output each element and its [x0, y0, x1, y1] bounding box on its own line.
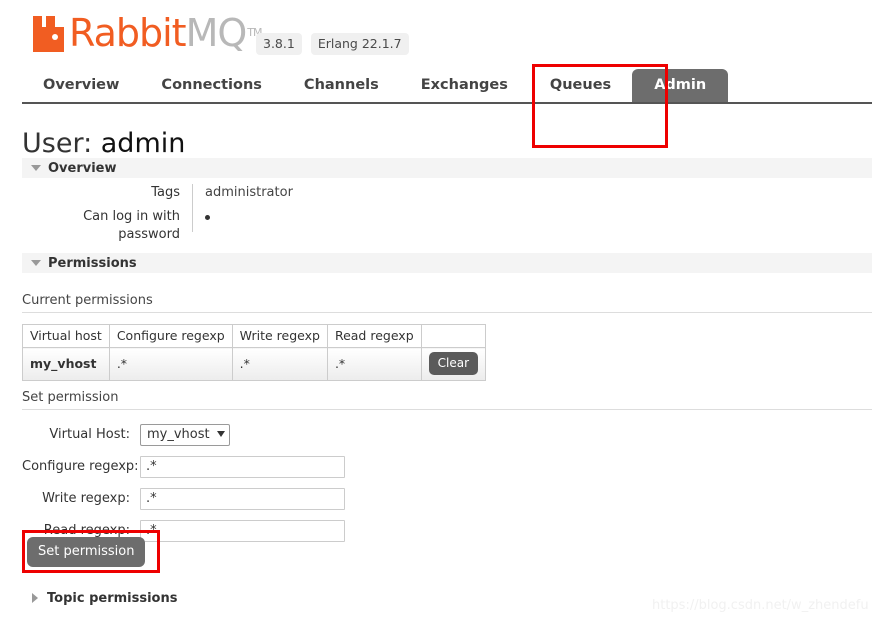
clear-permission-button[interactable]: Clear	[428, 352, 479, 375]
cell-configure-regexp: .*	[108, 347, 233, 381]
label-virtual-host: Virtual Host:	[49, 427, 130, 442]
main-navigation: Overview Connections Channels Exchanges …	[0, 69, 894, 105]
overview-value-can-login	[192, 208, 422, 232]
logo-word-mq: MQ	[185, 11, 248, 55]
section-header-overview[interactable]: Overview	[22, 158, 872, 178]
form-row-configure-regexp: Configure regexp:	[22, 452, 345, 481]
cell-write-regexp: .*	[231, 347, 328, 381]
col-read-regexp: Read regexp	[326, 324, 422, 348]
virtual-host-selected-value: my_vhost	[147, 426, 210, 442]
logo-word-rabbit: Rabbit	[69, 11, 187, 55]
tab-queues[interactable]: Queues	[529, 69, 632, 102]
page-title-prefix: User:	[22, 128, 93, 159]
tab-connections[interactable]: Connections	[140, 69, 283, 102]
configure-regexp-input[interactable]	[140, 455, 345, 478]
page-title: User: admin	[22, 128, 185, 159]
overview-value-tags: administrator	[192, 184, 422, 208]
chevron-right-icon	[32, 593, 38, 603]
subtitle-set-permission: Set permission	[22, 390, 872, 410]
tab-channels[interactable]: Channels	[283, 69, 400, 102]
badge-rabbitmq-version: 3.8.1	[256, 33, 302, 55]
write-regexp-input[interactable]	[140, 487, 345, 510]
overview-row-can-login: Can log in with password	[22, 208, 422, 242]
cell-read-regexp: .*	[326, 347, 422, 381]
col-configure-regexp: Configure regexp	[108, 324, 233, 348]
chevron-down-icon	[31, 165, 41, 171]
section-label-topic-permissions: Topic permissions	[47, 590, 178, 606]
overview-key-tags: Tags	[151, 185, 180, 200]
form-row-virtual-host: Virtual Host: my_vhost	[22, 420, 345, 449]
section-label-permissions: Permissions	[48, 255, 137, 271]
badge-erlang-version: Erlang 22.1.7	[310, 33, 409, 55]
current-permissions-table: Virtual host Configure regexp Write rege…	[22, 324, 487, 381]
logo-wordmark: RabbitMQTM	[69, 11, 263, 55]
overview-key-can-login: Can log in with password	[83, 209, 180, 242]
page-title-username: admin	[100, 128, 186, 159]
tab-overview[interactable]: Overview	[22, 69, 140, 102]
subtitle-current-permissions: Current permissions	[22, 293, 872, 313]
virtual-host-select[interactable]: my_vhost	[140, 423, 230, 446]
chevron-down-icon	[216, 431, 225, 437]
rabbitmq-logo[interactable]: RabbitMQTM	[32, 11, 263, 55]
bullet-icon	[205, 215, 210, 220]
page-header: RabbitMQTM 3.8.1 Erlang 22.1.7	[0, 0, 894, 66]
cell-action: Clear	[420, 347, 487, 381]
form-row-write-regexp: Write regexp:	[22, 484, 345, 513]
label-configure-regexp: Configure regexp:	[22, 459, 139, 474]
set-permission-form: Virtual Host: my_vhost Configure regexp:…	[22, 420, 345, 548]
section-label-overview: Overview	[48, 160, 117, 176]
set-permission-button[interactable]: Set permission	[27, 537, 146, 567]
rabbitmq-management-page: RabbitMQTM 3.8.1 Erlang 22.1.7 Overview …	[0, 0, 894, 624]
col-actions	[420, 324, 487, 348]
section-header-permissions[interactable]: Permissions	[22, 253, 872, 273]
tab-exchanges[interactable]: Exchanges	[400, 69, 529, 102]
table-row: my_vhost .* .* .* Clear	[22, 347, 487, 381]
rabbitmq-logo-icon	[32, 16, 66, 52]
cell-virtual-host: my_vhost	[22, 347, 110, 381]
tab-admin[interactable]: Admin	[632, 69, 729, 102]
overview-details: Tags administrator Can log in with passw…	[22, 184, 422, 242]
table-header-row: Virtual host Configure regexp Write rege…	[22, 324, 487, 348]
col-write-regexp: Write regexp	[231, 324, 328, 348]
watermark: https://blog.csdn.net/w_zhendefu	[652, 598, 869, 613]
label-read-regexp: Read regexp:	[43, 523, 130, 538]
nav-divider	[22, 102, 872, 104]
chevron-down-icon	[31, 260, 41, 266]
read-regexp-input[interactable]	[140, 519, 345, 542]
col-virtual-host: Virtual host	[22, 324, 110, 348]
overview-row-tags: Tags administrator	[22, 184, 422, 208]
label-write-regexp: Write regexp:	[42, 491, 130, 506]
version-badges: 3.8.1 Erlang 22.1.7	[256, 33, 409, 55]
